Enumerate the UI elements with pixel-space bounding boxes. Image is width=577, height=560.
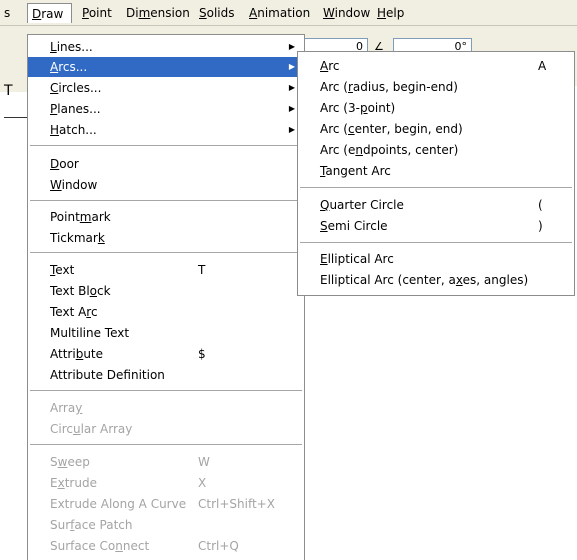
shortcut: (: [538, 198, 543, 212]
menu-item-label: Sweep: [50, 455, 90, 469]
submenu-item-arc-3point[interactable]: Arc (3-point): [298, 98, 574, 118]
submenu-item-label: Elliptical Arc (center, axes, angles): [320, 273, 529, 287]
shortcut: ): [538, 219, 543, 233]
menu-item-label: Attribute Definition: [50, 368, 165, 382]
shortcut: Ctrl+Q: [198, 539, 239, 553]
menu-item-text-block[interactable]: Text Block: [28, 281, 304, 301]
menu-item-label: Door: [50, 157, 79, 171]
menu-separator: [30, 145, 302, 146]
menu-item-door[interactable]: Door: [28, 154, 304, 174]
menu-item-text-arc[interactable]: Text Arc: [28, 302, 304, 322]
menu-item-label: Surface Connect: [50, 539, 150, 553]
menu-item-label: Circles...: [50, 81, 102, 95]
submenu-item-tangent-arc[interactable]: Tangent Arc: [298, 161, 574, 181]
menu-item-dimension[interactable]: Dimension: [126, 5, 190, 21]
shortcut: Ctrl+Shift+X: [198, 497, 275, 511]
toolbar-text-tool-label: T: [4, 83, 13, 99]
menu-separator: [30, 444, 302, 445]
submenu-item-arc-center[interactable]: Arc (center, begin, end): [298, 119, 574, 139]
menu-item-attribute[interactable]: Attribute $: [28, 344, 304, 364]
menu-item-label: Planes...: [50, 102, 101, 116]
menu-item-solids[interactable]: Solids: [199, 5, 235, 21]
submenu-item-arc-radius[interactable]: Arc (radius, begin-end): [298, 77, 574, 97]
triangle-right-icon: ▶: [288, 104, 295, 113]
menu-item-circular-array: Circular Array: [28, 419, 304, 439]
shortcut: $: [198, 347, 206, 361]
submenu-item-arc-endpoints[interactable]: Arc (endpoints, center): [298, 140, 574, 160]
menu-item-label: Text: [50, 263, 75, 277]
shortcut: A: [538, 59, 547, 73]
submenu-item-elliptical-arc-center[interactable]: Elliptical Arc (center, axes, angles): [298, 270, 574, 290]
arcs-submenu: Arc A Arc (radius, begin-end) Arc (3-poi…: [297, 51, 575, 296]
menu-item-extrude-along-curve: Extrude Along A Curve Ctrl+Shift+X: [28, 494, 304, 514]
menu-item-label: Text Block: [50, 284, 111, 298]
menu-item-label: Extrude Along A Curve: [50, 497, 187, 511]
menu-item-array: Array: [28, 398, 304, 418]
menu-item-planes[interactable]: Planes... ▶: [28, 99, 304, 119]
menu-item-tools-partial[interactable]: s: [4, 5, 10, 21]
submenu-item-label: Elliptical Arc: [320, 252, 394, 266]
menu-item-multiline-text[interactable]: Multiline Text: [28, 323, 304, 343]
menu-item-label: Multiline Text: [50, 326, 130, 340]
menu-item-hatch[interactable]: Hatch... ▶: [28, 120, 304, 140]
submenu-item-arc[interactable]: Arc A: [298, 56, 574, 76]
menu-item-label: Attribute: [50, 347, 104, 361]
submenu-item-label: Arc (center, begin, end): [320, 122, 463, 136]
menu-item-label: Hatch...: [50, 123, 97, 137]
menu-item-label: Circular Array: [50, 422, 133, 436]
menu-item-label: Surface Patch: [50, 518, 133, 532]
menu-item-label: Extrude: [50, 476, 97, 490]
menu-item-label: Array: [50, 401, 83, 415]
triangle-right-icon: ▶: [288, 125, 295, 134]
menu-item-label: Text Arc: [50, 305, 98, 319]
triangle-right-icon: ▶: [288, 83, 295, 92]
submenu-item-label: Quarter Circle: [320, 198, 404, 212]
menu-item-tickmark[interactable]: Tickmark: [28, 228, 304, 248]
menu-item-surface-patch: Surface Patch: [28, 515, 304, 535]
submenu-item-label: Arc: [320, 59, 340, 73]
menu-item-label: Window: [50, 178, 98, 192]
menu-item-window-draw[interactable]: Window: [28, 175, 304, 195]
menu-item-draw[interactable]: Draw: [27, 3, 72, 23]
menu-item-label: Tickmark: [50, 231, 105, 245]
triangle-right-icon: ▶: [288, 42, 295, 51]
shortcut: X: [198, 476, 207, 490]
menu-item-help[interactable]: Help: [377, 5, 404, 21]
menu-item-label: Lines...: [50, 40, 93, 54]
menu-item-attribute-definition[interactable]: Attribute Definition: [28, 365, 304, 385]
menu-bar: s Draw Point Dimension Solids Animation …: [0, 0, 577, 26]
menu-item-arcs[interactable]: Arcs... ▶: [28, 57, 304, 77]
submenu-item-label: Arc (radius, begin-end): [320, 80, 458, 94]
draw-menu: Lines... ▶ Arcs... ▶ Circles... ▶ Planes…: [27, 34, 305, 560]
submenu-item-label: Arc (3-point): [320, 101, 396, 115]
menu-item-window[interactable]: Window: [323, 5, 370, 21]
menu-item-pointmark[interactable]: Pointmark: [28, 207, 304, 227]
menu-separator: [300, 187, 572, 188]
menu-item-extrude: Extrude X: [28, 473, 304, 493]
submenu-item-label: Arc (endpoints, center): [320, 143, 459, 157]
shortcut: W: [198, 455, 210, 469]
menu-item-sweep: Sweep W: [28, 452, 304, 472]
submenu-item-label: Tangent Arc: [320, 164, 391, 178]
submenu-item-elliptical-arc[interactable]: Elliptical Arc: [298, 249, 574, 269]
submenu-item-semi-circle[interactable]: Semi Circle ): [298, 216, 574, 236]
toolbar-line-glyph: [4, 117, 28, 118]
menu-item-label: Pointmark: [50, 210, 111, 224]
menu-item-circles[interactable]: Circles... ▶: [28, 78, 304, 98]
menu-item-text[interactable]: Text T: [28, 260, 304, 280]
menu-separator: [30, 200, 302, 201]
menu-item-point[interactable]: Point: [82, 5, 112, 21]
submenu-item-label: Semi Circle: [320, 219, 388, 233]
menu-item-animation[interactable]: Animation: [249, 5, 310, 21]
submenu-item-quarter-circle[interactable]: Quarter Circle (: [298, 195, 574, 215]
triangle-right-icon: ▶: [288, 62, 295, 71]
menu-item-lines[interactable]: Lines... ▶: [28, 37, 304, 57]
menu-item-label: Arcs...: [50, 60, 88, 74]
menu-separator: [30, 252, 302, 253]
shortcut: T: [198, 263, 206, 277]
menu-item-surface-connect: Surface Connect Ctrl+Q: [28, 536, 304, 556]
menu-separator: [30, 390, 302, 391]
menu-separator: [300, 242, 572, 243]
